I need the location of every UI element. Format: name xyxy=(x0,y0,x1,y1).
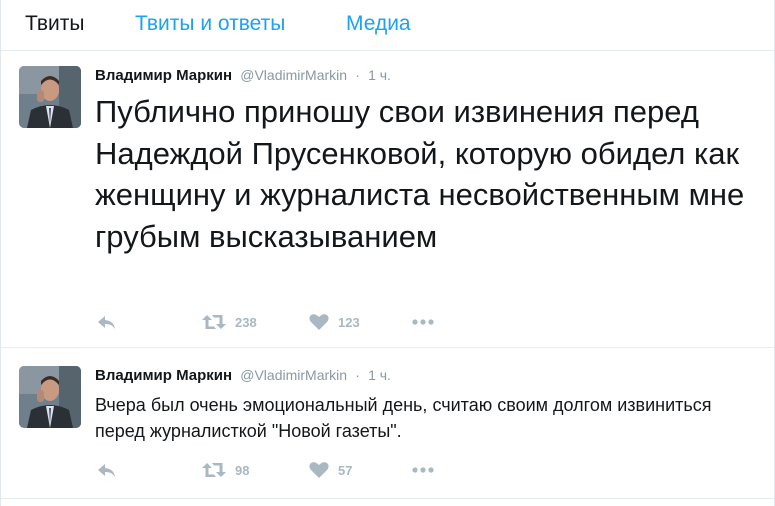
tweet[interactable]: Владимир Маркин @VladimirMarkin · 1 ч. П… xyxy=(1,51,774,348)
tweet-actions: 238 123 xyxy=(95,310,495,334)
avatar[interactable] xyxy=(19,366,81,428)
tab-tweets-and-replies[interactable]: Твиты и ответы xyxy=(135,11,285,37)
retweet-button[interactable]: 238 xyxy=(201,310,257,334)
reply-icon xyxy=(95,458,119,482)
tweet-header: Владимир Маркин @VladimirMarkin · 1 ч. xyxy=(95,366,391,385)
like-count: 57 xyxy=(338,462,353,478)
tweet-text: Публично приношу свои извинения перед На… xyxy=(95,94,745,254)
retweet-count: 238 xyxy=(235,314,257,330)
tweet[interactable]: Владимир Маркин @VladimirMarkin · 1 ч. В… xyxy=(1,348,774,499)
more-button[interactable] xyxy=(411,458,435,482)
like-button[interactable]: 57 xyxy=(308,458,352,482)
heart-icon xyxy=(308,458,330,482)
avatar[interactable] xyxy=(19,66,81,128)
like-button[interactable]: 123 xyxy=(308,310,360,334)
profile-timeline: Твиты Твиты и ответы Медиа Владимир Марк… xyxy=(0,0,775,506)
author-username[interactable]: @VladimirMarkin xyxy=(240,67,347,83)
like-count: 123 xyxy=(338,314,360,330)
tab-media[interactable]: Медиа xyxy=(346,11,411,37)
more-button[interactable] xyxy=(411,310,435,334)
reply-button[interactable] xyxy=(95,310,119,334)
author-username[interactable]: @VladimirMarkin xyxy=(240,367,347,383)
retweet-count: 98 xyxy=(235,462,250,478)
retweet-button[interactable]: 98 xyxy=(201,458,249,482)
tweet-header: Владимир Маркин @VladimirMarkin · 1 ч. xyxy=(95,66,391,85)
profile-tabs: Твиты Твиты и ответы Медиа xyxy=(1,0,774,51)
reply-button[interactable] xyxy=(95,458,119,482)
tab-tweets[interactable]: Твиты xyxy=(25,11,85,37)
tweet-text: Вчера был очень эмоциональный день, счит… xyxy=(95,395,712,441)
author-name[interactable]: Владимир Маркин xyxy=(95,367,232,384)
reply-icon xyxy=(95,310,119,334)
heart-icon xyxy=(308,310,330,334)
retweet-icon xyxy=(201,458,227,482)
retweet-icon xyxy=(201,310,227,334)
tweet-timestamp[interactable]: 1 ч. xyxy=(368,367,391,383)
tweet-actions: 98 57 xyxy=(95,458,495,482)
more-icon xyxy=(411,310,435,334)
separator-dot: · xyxy=(355,367,360,383)
author-name[interactable]: Владимир Маркин xyxy=(95,67,232,84)
more-icon xyxy=(411,458,435,482)
separator-dot: · xyxy=(355,67,360,83)
tweet-timestamp[interactable]: 1 ч. xyxy=(368,67,391,83)
